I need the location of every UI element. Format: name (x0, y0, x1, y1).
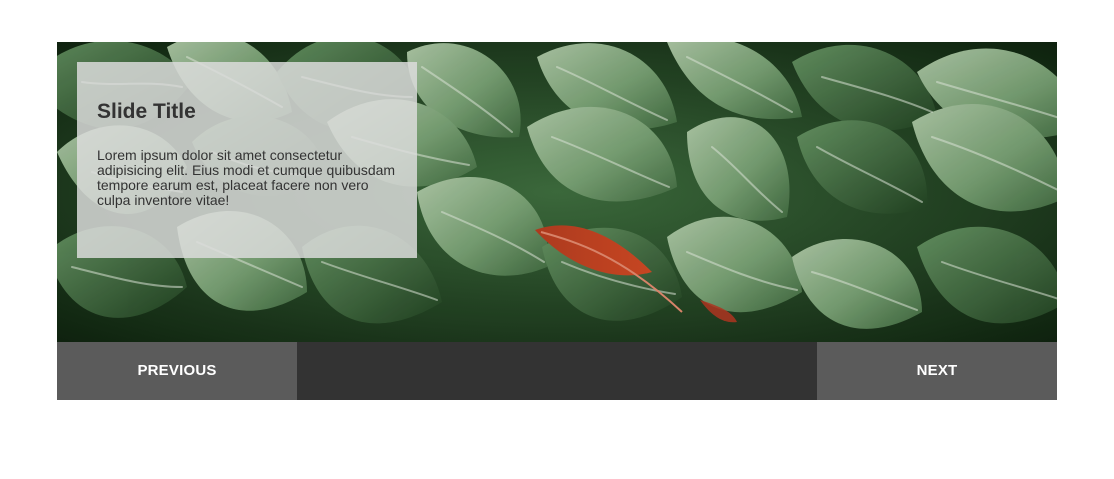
next-button[interactable]: NEXT (817, 342, 1057, 400)
slide-image: Slide Title Lorem ipsum dolor sit amet c… (57, 42, 1057, 342)
previous-button[interactable]: PREVIOUS (57, 342, 297, 400)
image-carousel: Slide Title Lorem ipsum dolor sit amet c… (57, 42, 1057, 400)
slide-description: Lorem ipsum dolor sit amet consectetur a… (97, 147, 396, 208)
slide-caption-panel: Slide Title Lorem ipsum dolor sit amet c… (77, 62, 417, 258)
slide-title: Slide Title (97, 100, 196, 123)
carousel-controls: PREVIOUS NEXT (57, 342, 1057, 400)
